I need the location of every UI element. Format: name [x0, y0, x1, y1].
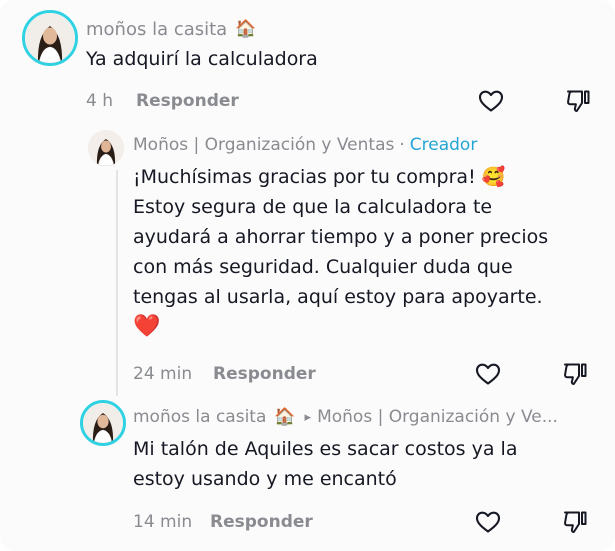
comment-text-line: ¡Muchísimas gracias por tu compra! 🥰 [133, 166, 506, 188]
comment-time: 24 min [133, 364, 193, 384]
comment-text-line: estoy usando y me encantó [133, 468, 397, 490]
reply-button[interactable]: Responder [210, 512, 313, 532]
avatar[interactable] [80, 400, 126, 446]
username-label: moños la casita [86, 18, 228, 40]
avatar-photo [88, 130, 124, 166]
username-label: Moños | Organización y Ventas [133, 135, 395, 155]
comments-panel: moños la casita 🏠 Ya adquirí la calculad… [0, 0, 615, 551]
heart-outline-icon [475, 511, 501, 533]
reply-to-username[interactable]: Moños | Organización y Ve... [317, 407, 558, 427]
comment-username[interactable]: Moños | Organización y Ventas · Creador [133, 133, 477, 157]
heart-outline-icon [478, 90, 504, 112]
comment-username[interactable]: moños la casita 🏠 [86, 17, 256, 41]
like-button[interactable] [473, 359, 503, 389]
dislike-button[interactable] [563, 86, 593, 116]
comment-text-line: tengas al usarla, aquí estoy para apoyar… [133, 286, 543, 308]
avatar-photo [83, 403, 123, 443]
avatar-photo [25, 13, 75, 63]
heart-emoji: ❤️ [133, 314, 161, 339]
comment-time: 14 min [133, 512, 193, 532]
comment-text-line: Ya adquirí la calculadora [86, 48, 318, 70]
house-emoji: 🏠 [274, 407, 296, 427]
heart-outline-icon [475, 363, 501, 385]
thread-line [116, 170, 118, 396]
dislike-button[interactable] [560, 359, 590, 389]
creator-avatar[interactable] [88, 130, 124, 166]
thumbs-down-outline-icon [567, 90, 590, 112]
comment-text-line: Estoy segura de que la calculadora te [133, 196, 493, 218]
comment-text-line: Mi talón de Aquiles es sacar costos ya l… [133, 438, 518, 460]
username-label: moños la casita [133, 407, 267, 427]
thumbs-down-outline-icon [564, 363, 587, 385]
like-button[interactable] [473, 507, 503, 537]
comment-text-line: ayudará a ahorrar tiempo y a poner preci… [133, 226, 549, 248]
comment-text-line: con más seguridad. Cualquier duda que [133, 256, 513, 278]
reply-arrow-icon: ▸ [304, 409, 312, 425]
comment-time: 4 h [86, 91, 113, 111]
separator-dot: · [399, 135, 405, 155]
avatar[interactable] [22, 10, 78, 66]
comment-text: ¡Muchísimas gracias por tu compra! 🥰 Est… [133, 162, 603, 342]
comment-text: Ya adquirí la calculadora [86, 44, 318, 74]
creator-badge: Creador [409, 135, 478, 155]
reply-button[interactable]: Responder [136, 91, 239, 111]
house-emoji: 🏠 [235, 19, 257, 39]
comment-text: Mi talón de Aquiles es sacar costos ya l… [133, 434, 603, 494]
comment-username[interactable]: moños la casita 🏠 ▸ Moños | Organización… [133, 405, 558, 429]
thumbs-down-outline-icon [564, 511, 587, 533]
dislike-button[interactable] [560, 507, 590, 537]
like-button[interactable] [476, 86, 506, 116]
reply-button[interactable]: Responder [213, 364, 316, 384]
